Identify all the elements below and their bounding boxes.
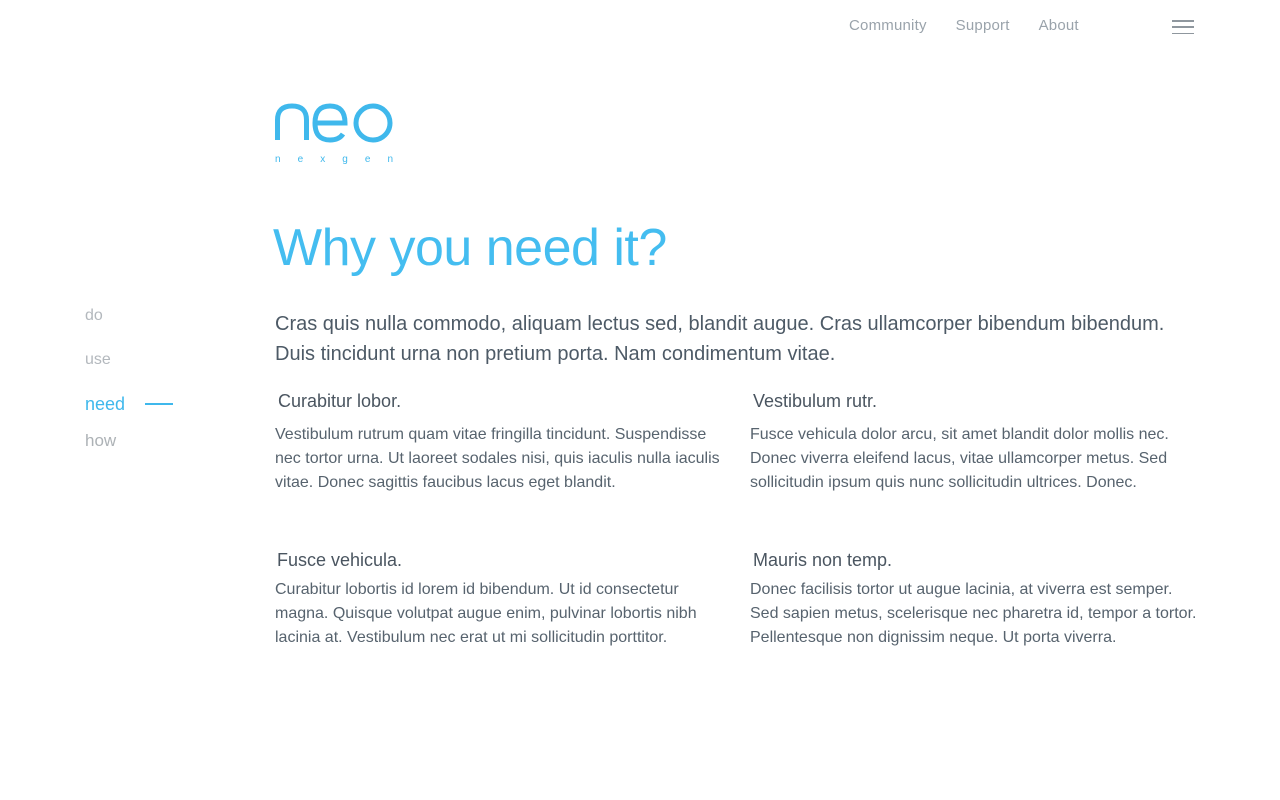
section-nav-item-label: need: [85, 394, 126, 414]
neo-logo[interactable]: n e x g e n: [275, 100, 397, 166]
feature-title: Curabitur lobor.: [278, 391, 402, 411]
section-nav-item-use[interactable]: use: [85, 349, 125, 393]
section-nav-item-do[interactable]: do: [85, 305, 125, 349]
feature-block: Curabitur lobor. Vestibulum rutrum quam …: [275, 391, 725, 495]
feature-body: Vestibulum rutrum quam vitae fringilla t…: [275, 426, 720, 491]
active-indicator-line: [145, 403, 173, 405]
logo-letter-e: [312, 103, 348, 143]
hamburger-line: [1172, 26, 1194, 28]
feature-block: Mauris non temp. Donec facilisis tortor …: [750, 550, 1200, 650]
feature-body: Donec facilisis tortor ut augue lacinia,…: [750, 581, 1197, 646]
section-nav: do use need how: [85, 305, 173, 474]
nav-link-about[interactable]: About: [1039, 17, 1079, 34]
hamburger-menu-icon[interactable]: [1172, 20, 1194, 34]
page: Community Support About n e x g e n do u…: [0, 0, 1280, 800]
feature-block: Fusce vehicula. Curabitur lobortis id lo…: [275, 550, 725, 650]
feature-body: Fusce vehicula dolor arcu, sit amet blan…: [750, 426, 1169, 491]
feature-title: Mauris non temp.: [753, 550, 893, 570]
hamburger-line: [1172, 20, 1194, 22]
section-nav-item-need[interactable]: need: [85, 393, 173, 430]
feature-block: Vestibulum rutr. Fusce vehicula dolor ar…: [750, 391, 1200, 495]
page-title: Why you need it?: [273, 219, 667, 277]
logo-letter-o: [353, 103, 393, 143]
nav-link-support[interactable]: Support: [956, 17, 1010, 34]
nav-link-community[interactable]: Community: [849, 17, 927, 34]
top-nav: Community Support About: [849, 17, 1079, 34]
feature-body: Curabitur lobortis id lorem id bibendum.…: [275, 581, 697, 646]
logo-letter-n: [275, 103, 309, 140]
hamburger-line: [1172, 32, 1194, 34]
intro-text: Cras quis nulla commodo, aliquam lectus …: [275, 313, 1165, 365]
feature-title: Vestibulum rutr.: [753, 391, 878, 411]
feature-title: Fusce vehicula.: [277, 550, 403, 570]
logo-tagline: n e x g e n: [275, 154, 393, 165]
section-nav-item-how[interactable]: how: [85, 430, 125, 474]
